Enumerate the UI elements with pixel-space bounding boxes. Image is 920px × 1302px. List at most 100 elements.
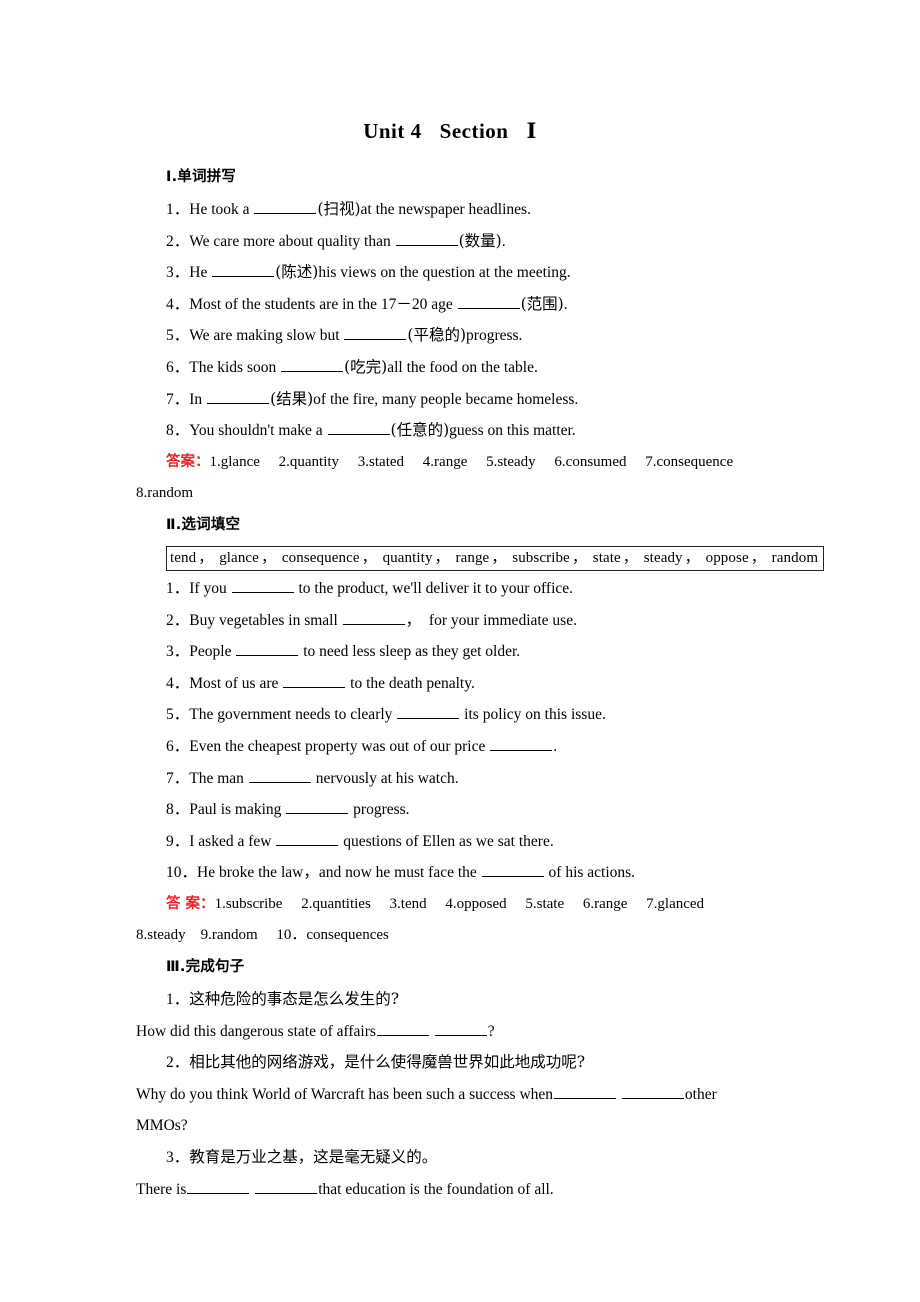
word-bank-word[interactable]: random: [772, 550, 818, 566]
page-title: Unit 4 Section Ⅰ: [0, 0, 920, 144]
answer-blank[interactable]: [344, 325, 407, 341]
word-bank-word[interactable]: glance: [219, 550, 259, 566]
answer-blank[interactable]: [254, 199, 317, 214]
question-text-post: to the death penalty.: [346, 674, 475, 692]
question-text-pre: People: [189, 643, 236, 661]
question-item: 3．People to need less sleep as they get …: [136, 636, 860, 668]
question-hint: (结果): [270, 389, 314, 408]
question-item: 7．The man nervously at his watch.: [136, 763, 860, 795]
answer-blank[interactable]: [397, 704, 460, 720]
question-text-post: ， for your immediate use.: [405, 611, 577, 629]
word-bank-word[interactable]: state: [593, 550, 621, 566]
question-item: 9．I asked a few questions of Ellen as we…: [136, 826, 860, 858]
question-number: 3．: [166, 264, 190, 282]
question-number: 8．: [166, 801, 190, 819]
answer-blank[interactable]: [236, 641, 299, 657]
english-text-mid: [617, 1086, 621, 1103]
word-bank-word[interactable]: quantity: [383, 550, 433, 566]
question-text-pre: If you: [189, 579, 231, 597]
question-text-post: progress.: [466, 327, 523, 345]
question-text-post: its policy on this issue.: [460, 706, 606, 724]
answer-label: 答案：: [166, 453, 210, 470]
answer-blank[interactable]: [276, 830, 339, 846]
question-text-pre: The kids soon: [189, 358, 281, 376]
question-number: 7．: [166, 390, 190, 408]
question-item: 8．Paul is making progress.: [136, 794, 860, 826]
answer-blank[interactable]: [187, 1178, 250, 1194]
question-number: 6．: [166, 358, 190, 376]
answer-line-continued: 8.steady 9.random 10．consequences: [136, 920, 860, 952]
english-text-mid: [430, 1023, 434, 1040]
question-text-post: .: [553, 737, 558, 755]
answer-values-continued: 8.steady 9.random 10．consequences: [136, 927, 389, 944]
question-number: 1．: [166, 201, 190, 218]
answer-blank[interactable]: [376, 1020, 429, 1036]
word-bank-word[interactable]: consequence: [282, 550, 360, 566]
worksheet-page: Unit 4 Section Ⅰ Ⅰ.单词拼写 1．He took a (扫视)at…: [0, 0, 920, 1302]
question-text-pre: He: [189, 264, 212, 282]
question-text-pre: We care more about quality than: [189, 232, 395, 250]
question-text-pre: I asked a few: [189, 832, 276, 850]
question-text-post: guess on this matter.: [449, 422, 576, 440]
question-item: 4．Most of us are to the death penalty.: [136, 668, 860, 700]
question-number: 7．: [166, 769, 190, 787]
question-number: 5．: [166, 327, 190, 345]
answer-line: 答案：1.glance 2.quantity 3.stated 4.range …: [136, 447, 860, 479]
word-bank-word[interactable]: subscribe: [512, 550, 570, 566]
answer-blank[interactable]: [490, 736, 553, 751]
question-item: 8．You shouldn't make a (任意的)guess on thi…: [136, 415, 860, 447]
answer-blank[interactable]: [207, 388, 270, 404]
question-text-pre: Even the cheapest property was out of ou…: [189, 737, 490, 755]
answer-blank[interactable]: [327, 420, 390, 436]
answer-blank[interactable]: [255, 1178, 318, 1194]
chinese-prompt: 这种危险的事态是怎么发生的?: [189, 990, 400, 1009]
question-text-post: of his actions.: [544, 864, 636, 882]
answer-blank[interactable]: [231, 578, 294, 593]
question-number: 8．: [166, 422, 190, 440]
answer-blank[interactable]: [481, 862, 544, 878]
english-text-post: that education is the foundation of all.: [318, 1180, 554, 1198]
question-item: 2．We care more about quality than (数量).: [136, 226, 860, 258]
question-text-post: of the fire, many people became homeless…: [313, 390, 579, 408]
question-item: 1．If you to the product, we'll deliver i…: [136, 573, 860, 605]
answer-blank[interactable]: [248, 767, 311, 783]
question-text-pre: Most of the students are in the 17－20 ag…: [189, 295, 457, 313]
word-bank-word[interactable]: tend: [170, 550, 196, 566]
answer-blank[interactable]: [281, 357, 344, 372]
question-text-post: his views on the question at the meeting…: [318, 264, 571, 282]
answer-blank[interactable]: [395, 230, 458, 246]
answer-blank[interactable]: [283, 672, 346, 688]
chinese-prompt: 相比其他的网络游戏，是什么使得魔兽世界如此地成功呢?: [189, 1053, 586, 1072]
question-hint: (任意的): [390, 421, 450, 440]
question-item: 10．He broke the law，and now he must face…: [136, 857, 860, 889]
question-text-pre: He broke the law，and now he must face th…: [197, 864, 481, 882]
word-bank-separator: ，: [260, 549, 280, 566]
answer-blank[interactable]: [554, 1084, 617, 1099]
word-bank-word[interactable]: oppose: [706, 550, 749, 566]
answer-blank[interactable]: [212, 262, 275, 278]
answer-blank[interactable]: [621, 1084, 684, 1099]
question-number: 5．: [166, 706, 190, 724]
word-bank-word[interactable]: range: [456, 550, 490, 566]
answer-blank[interactable]: [434, 1020, 487, 1036]
question-item: 2．Buy vegetables in small ， for your imm…: [136, 605, 860, 637]
translation-prompt: 1．这种危险的事态是怎么发生的?: [136, 984, 860, 1016]
answer-line: 答 案：1.subscribe 2.quantities 3.tend 4.op…: [136, 889, 860, 921]
answer-blank[interactable]: [457, 294, 520, 309]
question-number: 2．: [166, 232, 190, 250]
answer-blank[interactable]: [342, 609, 405, 625]
word-bank-word[interactable]: steady: [644, 550, 683, 566]
answer-values-continued: 8.random: [136, 485, 194, 502]
translation-answer-line: Why do you think World of Warcraft has b…: [136, 1079, 860, 1111]
answer-values: 1.glance 2.quantity 3.stated 4.range 5.s…: [209, 453, 734, 470]
title-unit: Unit 4: [363, 119, 422, 143]
question-text-post: .: [501, 232, 506, 250]
answer-values: 1.subscribe 2.quantities 3.tend 4.oppose…: [214, 895, 705, 912]
question-item: 1．He took a (扫视)at the newspaper headlin…: [136, 194, 860, 226]
translation-prompt: 2．相比其他的网络游戏，是什么使得魔兽世界如此地成功呢?: [136, 1047, 860, 1079]
question-text-post: progress.: [349, 801, 410, 819]
question-text-pre: In: [189, 390, 207, 408]
word-bank-separator: ，: [622, 549, 642, 566]
answer-blank[interactable]: [286, 799, 349, 815]
question-number: 4．: [166, 674, 190, 692]
